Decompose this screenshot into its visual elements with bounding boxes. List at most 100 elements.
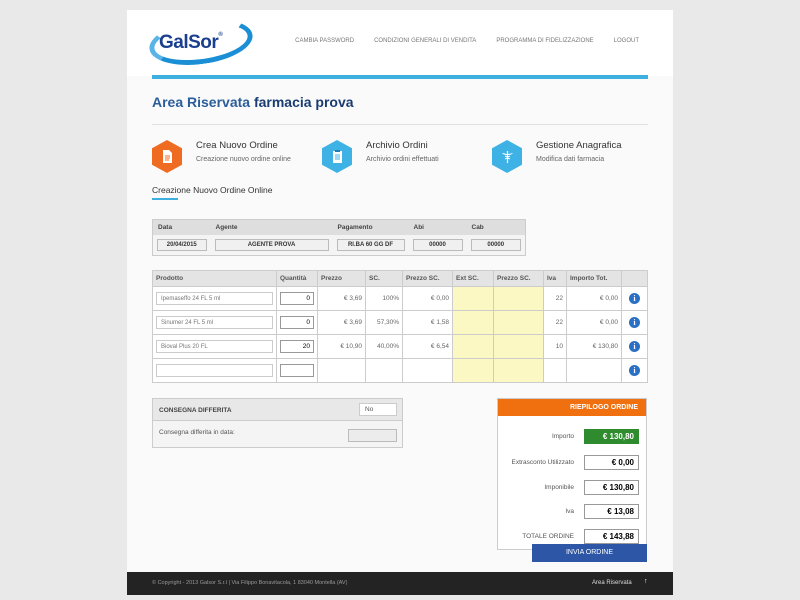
invia-ordine-button[interactable]: INVIA ORDINE: [532, 544, 647, 562]
totale-value: € 143,88: [584, 529, 639, 544]
price-sc-cell: € 6,54: [402, 334, 453, 359]
col-sc: SC.: [365, 270, 403, 287]
section-underline: [152, 198, 178, 200]
footer: © Copyright - 2013 Galsor S.r.l | Via Fi…: [127, 572, 673, 595]
consegna-date-input[interactable]: [348, 429, 397, 442]
price-cell: € 3,69: [317, 310, 366, 335]
imponibile-value: € 130,80: [584, 480, 639, 495]
price-sc2-cell[interactable]: [493, 358, 544, 383]
col-agente: Agente: [210, 219, 333, 235]
quantity-input[interactable]: 0: [280, 316, 314, 329]
product-input[interactable]: Ipemaseffo 24 FL 5 ml: [156, 292, 273, 305]
feature-subtitle: Modifica dati farmacia: [536, 156, 605, 163]
quantity-input[interactable]: 0: [280, 292, 314, 305]
nav-cambia-password[interactable]: CAMBIA PASSWORD: [295, 38, 354, 44]
document-icon: [152, 140, 182, 173]
galsor-logo[interactable]: GalSor®: [146, 12, 257, 72]
data-field: 20/04/2015: [157, 238, 207, 251]
summary-row-importo: Importo € 130,80: [498, 429, 646, 445]
extrasconto-value: € 0,00: [584, 455, 639, 470]
cab-field: 00000: [470, 238, 521, 251]
footer-area-riservata-link[interactable]: Area Riservata: [592, 580, 632, 586]
consegna-select[interactable]: No: [359, 403, 397, 416]
col-iva: Iva: [543, 270, 567, 287]
products-table: Prodotto Quantità Prezzo SC. Prezzo SC. …: [152, 270, 648, 383]
iva-cell: 10: [543, 334, 567, 359]
price-cell: [317, 358, 366, 383]
quantity-input[interactable]: 20: [280, 340, 314, 353]
top-nav: CAMBIA PASSWORD CONDIZIONI GENERALI DI V…: [275, 38, 639, 44]
feature-title: Archivio Ordini: [366, 140, 428, 151]
ext-sc-cell[interactable]: [452, 358, 494, 383]
iva-cell: 22: [543, 286, 567, 311]
table-row: Ipemaseffo 24 FL 5 ml 0 € 3,69 100% € 0,…: [152, 286, 648, 311]
col-abi: Abi: [408, 219, 467, 235]
col-ext-sc: Ext SC.: [452, 270, 494, 287]
col-prezzo-sc-2: Prezzo SC.: [493, 270, 544, 287]
importo-value: € 130,80: [584, 429, 639, 444]
feature-subtitle: Creazione nuovo ordine online: [196, 156, 291, 163]
page-title: Area Riservata farmacia prova: [152, 94, 354, 110]
table-row: Bioval Plus 20 FL 20 € 10,90 40,00% € 6,…: [152, 334, 648, 359]
ext-sc-cell[interactable]: [452, 334, 494, 359]
col-pagamento: Pagamento: [332, 219, 409, 235]
feature-subtitle: Archivio ordini effettuati: [366, 156, 439, 163]
product-input[interactable]: Bioval Plus 20 FL: [156, 340, 273, 353]
total-cell: € 0,00: [566, 310, 622, 335]
table-row: Sinumer 24 FL 5 ml 0 € 3,69 57,30% € 1,5…: [152, 310, 648, 335]
divider: [152, 124, 648, 125]
copyright-text: © Copyright - 2013 Galsor S.r.l | Via Fi…: [152, 580, 348, 586]
feature-title: Crea Nuovo Ordine: [196, 140, 278, 151]
product-input[interactable]: Sinumer 24 FL 5 ml: [156, 316, 273, 329]
header-accent-bar: [152, 75, 648, 79]
col-data: Data: [152, 219, 211, 235]
total-cell: € 130,80: [566, 334, 622, 359]
col-info: [621, 270, 648, 287]
price-sc2-cell[interactable]: [493, 286, 544, 311]
info-icon[interactable]: i: [629, 293, 640, 304]
caduceus-icon: [492, 140, 522, 173]
col-quantita: Quantità: [276, 270, 318, 287]
price-cell: € 10,90: [317, 334, 366, 359]
product-input[interactable]: [156, 364, 273, 377]
iva-cell: 22: [543, 310, 567, 335]
info-icon[interactable]: i: [629, 317, 640, 328]
iva-value: € 13,08: [584, 504, 639, 519]
clipboard-icon: [322, 140, 352, 173]
price-sc-cell: € 0,00: [402, 286, 453, 311]
riepilogo-title: RIEPILOGO ORDINE: [498, 399, 646, 416]
feature-title: Gestione Anagrafica: [536, 140, 622, 151]
summary-row-extrasconto: Extrasconto Utilizzato € 0,00: [498, 455, 646, 471]
info-icon[interactable]: i: [629, 341, 640, 352]
back-to-top-icon[interactable]: ↑: [644, 578, 648, 585]
quantity-input[interactable]: [280, 364, 314, 377]
table-row: i: [152, 358, 648, 383]
sc-cell: 40,00%: [365, 334, 403, 359]
col-importo-tot: Importo Tot.: [566, 270, 622, 287]
pagamento-field: RI.BA 60 GG DF: [336, 238, 405, 251]
nav-fidelizzazione[interactable]: PROGRAMMA DI FIDELIZZAZIONE: [496, 38, 593, 44]
sc-cell: 57,30%: [365, 310, 403, 335]
total-cell: [566, 358, 622, 383]
iva-cell: [543, 358, 567, 383]
col-prodotto: Prodotto: [152, 270, 277, 287]
sc-cell: [365, 358, 403, 383]
summary-row-iva: Iva € 13,08: [498, 504, 646, 520]
nav-condizioni-vendita[interactable]: CONDIZIONI GENERALI DI VENDITA: [374, 38, 476, 44]
price-sc2-cell[interactable]: [493, 334, 544, 359]
price-sc2-cell[interactable]: [493, 310, 544, 335]
logo-text: GalSor: [159, 32, 219, 53]
summary-row-totale: TOTALE ORDINE € 143,88: [498, 529, 646, 545]
ext-sc-cell[interactable]: [452, 286, 494, 311]
col-prezzo: Prezzo: [317, 270, 366, 287]
page-container: GalSor® CAMBIA PASSWORD CONDIZIONI GENER…: [127, 10, 673, 595]
total-cell: € 0,00: [566, 286, 622, 311]
price-sc-cell: [402, 358, 453, 383]
info-icon[interactable]: i: [629, 365, 640, 376]
price-sc-cell: € 1,58: [402, 310, 453, 335]
col-cab: Cab: [466, 219, 526, 235]
sc-cell: 100%: [365, 286, 403, 311]
ext-sc-cell[interactable]: [452, 310, 494, 335]
summary-row-imponibile: Imponibile € 130,80: [498, 480, 646, 496]
nav-logout[interactable]: LOGOUT: [614, 38, 639, 44]
